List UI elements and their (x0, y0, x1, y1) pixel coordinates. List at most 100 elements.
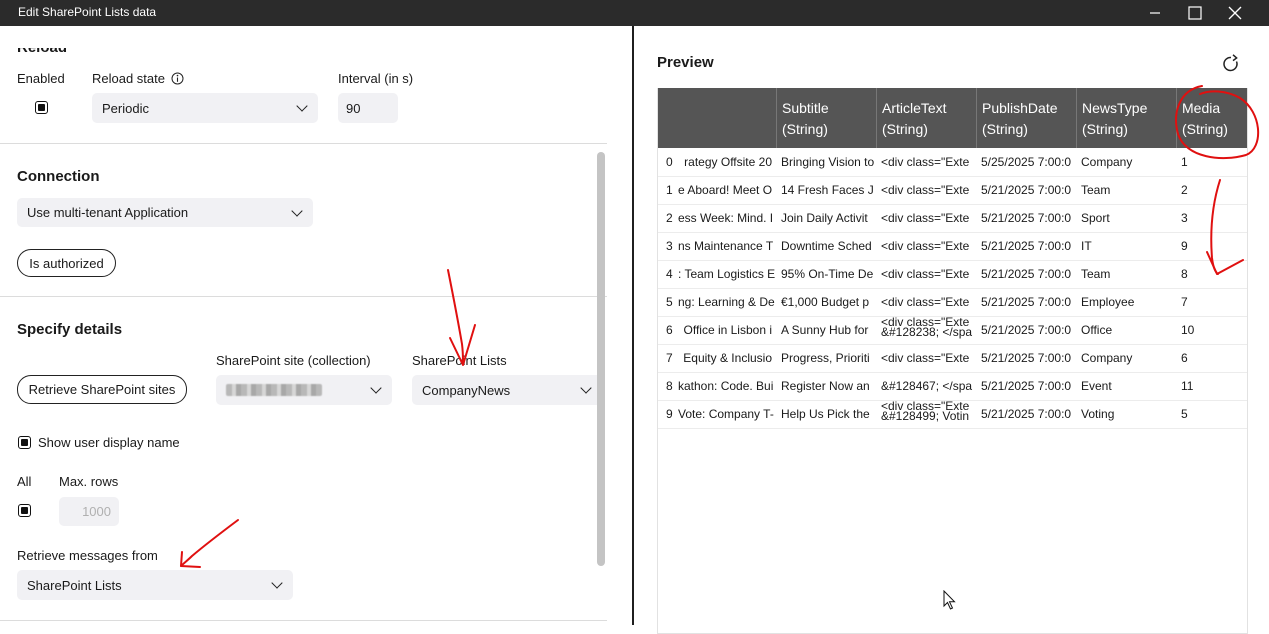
lists-value: CompanyNews (422, 382, 511, 398)
minimize-icon[interactable] (1135, 0, 1175, 26)
settings-panel: Reload Enabled Reload state Periodic Int… (0, 26, 632, 625)
scrollbar-thumb[interactable] (597, 152, 605, 566)
table-row[interactable]: 8 kathon: Code. Bui Register Now an &#12846… (658, 372, 1247, 401)
site-select[interactable] (216, 375, 392, 405)
column-name: Subtitle (782, 100, 829, 116)
enabled-checkbox[interactable] (35, 101, 48, 114)
show-user-checkbox[interactable] (18, 436, 31, 449)
table-cell-article: <div class="Exte (881, 267, 970, 281)
column-header-articletext[interactable]: ArticleText (String) (876, 88, 976, 148)
table-row[interactable]: 4: Team Logistics E 95% On-Time De <div cl… (658, 260, 1247, 289)
table-cell-media: 11 (1181, 379, 1194, 393)
table-cell-type: Employee (1081, 295, 1135, 309)
table-cell-media: 8 (1181, 267, 1188, 281)
table-cell-date: 5/21/2025 7:00:0 (981, 379, 1072, 393)
info-icon[interactable] (171, 72, 184, 85)
table-cell-media: 5 (1181, 407, 1188, 421)
window-titlebar: Edit SharePoint Lists data (0, 0, 1269, 26)
table-cell-article: <div class="Exte (881, 239, 970, 253)
table-row[interactable]: 1 e Aboard! Meet O 14 Fresh Faces J <div cl… (658, 176, 1247, 205)
all-checkbox[interactable] (18, 504, 31, 517)
preview-panel: Preview Subtitle (String) ArticleText (S… (634, 26, 1269, 634)
table-cell-article: <div class="Exte (881, 155, 970, 169)
table-cell-type: Event (1081, 379, 1112, 393)
max-rows-placeholder: 1000 (82, 504, 111, 519)
column-header-newstype[interactable]: NewsType (String) (1076, 88, 1176, 148)
table-cell-title: ng: Learning & De (678, 295, 775, 309)
table-cell-idx: 3 (666, 239, 673, 253)
table-cell-type: Office (1081, 323, 1113, 337)
table-cell-article: <div class="Exte (881, 295, 970, 309)
table-cell-title: Vote: Company T- (678, 407, 774, 421)
table-cell-type: IT (1081, 239, 1092, 253)
table-row[interactable]: 0 rategy Offsite 20 Bringing Vision to <div… (658, 148, 1247, 177)
enabled-label: Enabled (17, 71, 65, 86)
table-cell-date: 5/21/2025 7:00:0 (981, 323, 1072, 337)
reload-state-select[interactable]: Periodic (92, 93, 318, 123)
table-cell-idx: 6 (666, 323, 673, 337)
table-row[interactable]: 7 Equity & Inclusio Progress, Prioriti <div… (658, 344, 1247, 373)
divider (0, 620, 607, 621)
table-row[interactable]: 9 Vote: Company T- Help Us Pick the <div cl… (658, 400, 1247, 429)
table-cell-subtitle: 95% On-Time De (781, 267, 874, 281)
table-cell-idx: 0 (666, 155, 673, 169)
table-cell-subtitle: €1,000 Budget p (781, 295, 870, 309)
table-cell-article: <div class="Exte (881, 351, 970, 365)
details-section-title: Specify details (17, 321, 123, 338)
blurred-site-name (226, 384, 322, 396)
is-authorized-button[interactable]: Is authorized (17, 249, 116, 277)
table-row[interactable]: 3 ns Maintenance T Downtime Sched <div clas… (658, 232, 1247, 261)
interval-input[interactable]: 90 (338, 93, 398, 123)
column-name: ArticleText (882, 100, 947, 116)
table-cell-idx: 7 (666, 351, 673, 365)
refresh-icon[interactable] (1221, 54, 1241, 74)
table-cell-type: Company (1081, 351, 1133, 365)
table-cell-date: 5/21/2025 7:00:0 (981, 407, 1072, 421)
table-cell-date: 5/21/2025 7:00:0 (981, 351, 1072, 365)
table-cell-article: <div class="Exte &#128238; </spa (881, 316, 973, 339)
retrieve-sites-button[interactable]: Retrieve SharePoint sites (17, 375, 187, 404)
table-cell-subtitle: 14 Fresh Faces J (781, 183, 874, 197)
table-cell-media: 7 (1181, 295, 1188, 309)
table-cell-subtitle: Join Daily Activit (781, 211, 868, 225)
connection-section-title: Connection (17, 168, 100, 185)
table-cell-idx: 4 (666, 267, 673, 281)
table-cell-subtitle: Downtime Sched (781, 239, 872, 253)
table-cell-idx: 9 (666, 407, 673, 421)
preview-title: Preview (657, 54, 714, 71)
table-row[interactable]: 5 ng: Learning & De €1,000 Budget p <div cl… (658, 288, 1247, 317)
reload-state-value: Periodic (102, 100, 149, 116)
reload-state-label: Reload state (92, 71, 165, 86)
retrieve-from-select[interactable]: SharePoint Lists (17, 570, 293, 600)
table-cell-media: 6 (1181, 351, 1188, 365)
table-cell-title: Office in Lisbon i (683, 323, 773, 337)
scroll-clip (0, 26, 597, 48)
interval-value: 90 (346, 100, 361, 116)
maximize-icon[interactable] (1175, 0, 1215, 26)
table-cell-date: 5/21/2025 7:00:0 (981, 239, 1072, 253)
column-header-subtitle[interactable]: Subtitle (String) (776, 88, 876, 148)
table-cell-idx: 8 (666, 379, 673, 393)
table-cell-type: Company (1081, 155, 1133, 169)
column-header-media[interactable]: Media (String) (1176, 88, 1247, 148)
connection-mode-select[interactable]: Use multi-tenant Application (17, 198, 313, 227)
column-header[interactable] (658, 88, 776, 148)
chevron-down-icon (271, 577, 283, 589)
lists-select[interactable]: CompanyNews (412, 375, 602, 405)
table-cell-subtitle: Help Us Pick the (781, 407, 870, 421)
interval-label: Interval (in s) (338, 71, 414, 86)
table-row[interactable]: 6 Office in Lisbon i A Sunny Hub for <div c… (658, 316, 1247, 345)
lists-label: SharePoint Lists (412, 353, 507, 368)
table-cell-title: e Aboard! Meet O (678, 183, 773, 197)
retrieve-from-label: Retrieve messages from (17, 548, 158, 563)
table-row[interactable]: 2 ess Week: Mind. I Join Daily Activit <div… (658, 204, 1247, 233)
table-cell-title: kathon: Code. Bui (678, 379, 774, 393)
window-title: Edit SharePoint Lists data (18, 5, 157, 19)
table-cell-date: 5/21/2025 7:00:0 (981, 295, 1072, 309)
chevron-down-icon (296, 100, 308, 112)
close-icon[interactable] (1215, 0, 1255, 26)
table-cell-title: ess Week: Mind. I (678, 211, 774, 225)
column-header-publishdate[interactable]: PublishDate (String) (976, 88, 1076, 148)
max-rows-input[interactable]: 1000 (59, 497, 119, 526)
table-cell-date: 5/21/2025 7:00:0 (981, 211, 1072, 225)
